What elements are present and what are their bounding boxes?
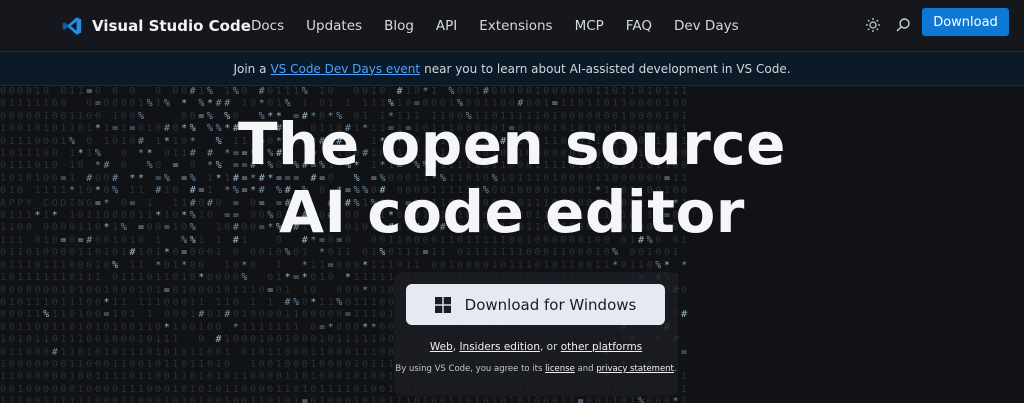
insiders-edition-link[interactable]: Insiders edition (459, 341, 540, 353)
announcement-banner: Join a VS Code Dev Days event near you t… (0, 52, 1024, 86)
legal-end: . (673, 364, 677, 374)
sun-icon (866, 18, 880, 32)
nav-link-blog[interactable]: Blog (384, 18, 414, 34)
vscode-logo-icon (62, 17, 82, 35)
nav-link-mcp[interactable]: MCP (575, 18, 604, 34)
nav-link-api[interactable]: API (436, 18, 457, 34)
nav-download-button[interactable]: Download (922, 8, 1009, 36)
legal-notice: By using VS Code, you agree to its licen… (394, 364, 678, 374)
hero-title-line-1: The open source (237, 110, 787, 178)
search-icon (896, 18, 910, 32)
brand-link[interactable]: Visual Studio Code (62, 11, 251, 41)
nav-link-docs[interactable]: Docs (251, 18, 284, 34)
banner-dev-days-link[interactable]: VS Code Dev Days event (270, 62, 420, 76)
nav-link-faq[interactable]: FAQ (626, 18, 652, 34)
separator: , or (539, 341, 561, 353)
nav-link-extensions[interactable]: Extensions (479, 18, 552, 34)
nav-link-dev-days[interactable]: Dev Days (674, 18, 739, 34)
legal-prefix: By using VS Code, you agree to its (395, 364, 543, 374)
alternate-downloads: Web, Insiders edition, or other platform… (394, 341, 678, 353)
web-link[interactable]: Web (430, 341, 453, 353)
other-platforms-link[interactable]: other platforms (561, 341, 642, 353)
nav-link-updates[interactable]: Updates (306, 18, 362, 34)
legal-and: and (577, 364, 594, 374)
license-link[interactable]: license (545, 364, 575, 374)
top-nav: Visual Studio Code Docs Updates Blog API… (0, 0, 1024, 52)
nav-links: Docs Updates Blog API Extensions MCP FAQ… (251, 11, 761, 41)
hero-title: The open source AI code editor (0, 110, 1024, 246)
banner-suffix: near you to learn about AI-assisted deve… (424, 61, 791, 76)
search-button[interactable] (891, 13, 915, 37)
download-windows-label: Download for Windows (464, 295, 637, 314)
privacy-statement-link[interactable]: privacy statement (596, 364, 674, 374)
brand-name: Visual Studio Code (92, 17, 251, 35)
windows-icon (434, 296, 451, 313)
theme-toggle-button[interactable] (861, 13, 885, 37)
hero-title-line-2: AI code editor (279, 178, 745, 246)
banner-prefix: Join a (233, 61, 267, 76)
download-windows-button[interactable]: Download for Windows (406, 284, 665, 325)
